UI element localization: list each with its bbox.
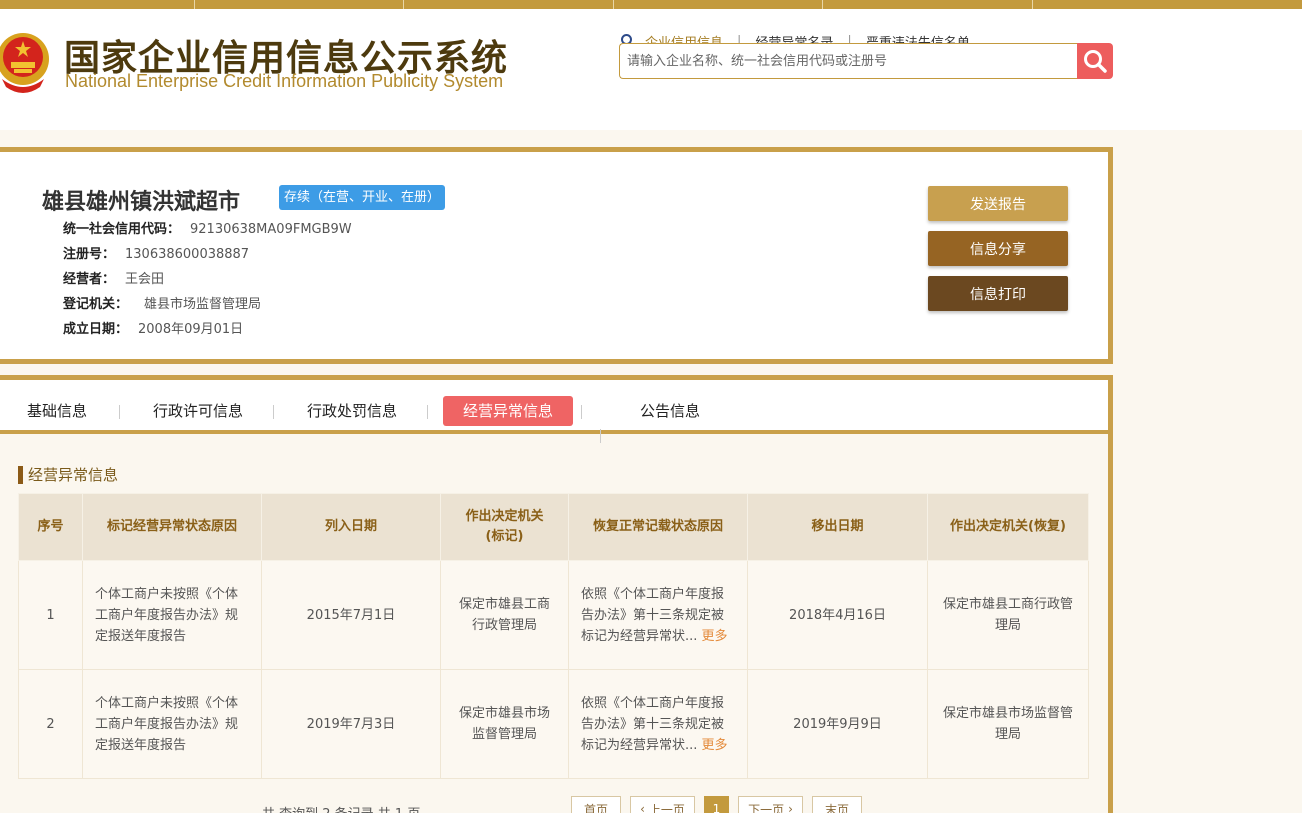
more-link[interactable]: 更多 (702, 629, 728, 644)
first-page-button[interactable]: 首页 (571, 796, 621, 813)
info-row-credit-code: 统一社会信用代码： 92130638MA09FMGB9W (63, 218, 352, 237)
search-icon (1084, 50, 1107, 73)
cell-authority-restore: 保定市雄县工商行政管理局 (927, 560, 1089, 670)
tab-caret (600, 429, 601, 443)
info-value: 王会田 (125, 272, 165, 287)
tab-divider (581, 405, 582, 419)
info-label: 统一社会信用代码： (63, 222, 181, 237)
info-label: 成立日期： (63, 322, 129, 337)
info-row-founded-date: 成立日期： 2008年09月01日 (63, 318, 243, 337)
next-page-label: 下一页 (748, 802, 785, 813)
top-gold-strip (0, 0, 1302, 9)
cell-list-date: 2019年7月3日 (261, 669, 441, 779)
cell-list-date: 2015年7月1日 (261, 560, 441, 670)
tab-divider (427, 405, 428, 419)
table-header: 序号 (18, 493, 83, 561)
info-value: 92130638MA09FMGB9W (190, 222, 352, 237)
search-input[interactable] (620, 44, 1077, 78)
next-page-button[interactable]: 下一页 › (738, 796, 803, 813)
cell-authority-mark: 保定市雄县市场监督管理局 (440, 669, 569, 779)
table-header: 作出决定机关(恢复) (927, 493, 1089, 561)
cell-authority-restore: 保定市雄县市场监督管理局 (927, 669, 1089, 779)
info-label: 注册号： (63, 247, 116, 262)
info-value: 130638600038887 (125, 247, 250, 262)
cell-remove-date: 2018年4月16日 (747, 560, 928, 670)
tab-admin-penalty[interactable]: 行政处罚信息 (297, 396, 407, 426)
print-info-button[interactable]: 信息打印 (928, 276, 1068, 311)
table-header: 移出日期 (747, 493, 928, 561)
national-emblem-icon (0, 33, 49, 93)
tab-business-anomaly[interactable]: 经营异常信息 (443, 396, 573, 426)
cell-reason: 个体工商户未按照《个体工商户年度报告办法》规定报送年度报告 (82, 560, 262, 670)
section-title: 经营异常信息 (18, 466, 118, 484)
search-button[interactable] (1077, 43, 1113, 79)
tab-admin-license[interactable]: 行政许可信息 (143, 396, 253, 426)
company-name: 雄县雄州镇洪斌超市 (42, 190, 241, 215)
info-row-operator: 经营者： 王会田 (63, 268, 164, 287)
cell-index: 1 (18, 560, 83, 670)
tabs-bar: 基础信息 行政许可信息 行政处罚信息 经营异常信息 公告信息 (0, 380, 1108, 434)
status-badge: 存续（在营、开业、在册） (279, 185, 446, 210)
tab-announcement[interactable]: 公告信息 (625, 396, 715, 426)
last-page-button[interactable]: 末页 (812, 796, 862, 813)
chevron-right-icon: › (788, 802, 793, 813)
cell-restore-reason: 依照《个体工商户年度报告办法》第十三条规定被标记为经营异常状... 更多 (568, 669, 748, 779)
prev-page-label: 上一页 (648, 802, 685, 813)
site-title-en: National Enterprise Credit Information P… (65, 71, 504, 91)
pagination-summary: 共 查询到 2 条记录 共 1 页 (262, 803, 420, 813)
share-info-button[interactable]: 信息分享 (928, 231, 1068, 266)
cell-index: 2 (18, 669, 83, 779)
info-label: 经营者： (63, 272, 116, 287)
detail-tabs-panel: 基础信息 行政许可信息 行政处罚信息 经营异常信息 公告信息 经营异常信息 序号… (0, 375, 1113, 813)
anomaly-table: 序号 标记经营异常状态原因 列入日期 作出决定机关(标记) 恢复正常记载状态原因… (18, 493, 1089, 779)
info-row-reg-number: 注册号： 130638600038887 (63, 243, 249, 262)
chevron-left-icon: ‹ (640, 802, 645, 813)
info-row-authority: 登记机关： 雄县市场监督管理局 (63, 293, 261, 312)
info-value: 雄县市场监督管理局 (144, 297, 262, 312)
page-number-button[interactable]: 1 (704, 796, 729, 813)
cell-authority-mark: 保定市雄县工商行政管理局 (440, 560, 569, 670)
table-header: 作出决定机关(标记) (440, 493, 569, 561)
info-value: 2008年09月01日 (138, 322, 244, 337)
prev-page-button[interactable]: ‹ 上一页 (630, 796, 695, 813)
send-report-button[interactable]: 发送报告 (928, 186, 1068, 221)
cell-restore-reason: 依照《个体工商户年度报告办法》第十三条规定被标记为经营异常状... 更多 (568, 560, 748, 670)
table-header-row: 序号 标记经营异常状态原因 列入日期 作出决定机关(标记) 恢复正常记载状态原因… (18, 493, 1089, 561)
table-row: 1 个体工商户未按照《个体工商户年度报告办法》规定报送年度报告 2015年7月1… (18, 560, 1089, 670)
tab-basic-info[interactable]: 基础信息 (17, 396, 97, 426)
cell-remove-date: 2019年9月9日 (747, 669, 928, 779)
cell-reason: 个体工商户未按照《个体工商户年度报告办法》规定报送年度报告 (82, 669, 262, 779)
company-info-panel: 雄县雄州镇洪斌超市 存续（在营、开业、在册） 统一社会信用代码： 92130638… (0, 147, 1113, 364)
tab-divider (273, 405, 274, 419)
tab-divider (119, 405, 120, 419)
more-link[interactable]: 更多 (702, 738, 728, 753)
info-label: 登记机关： (63, 297, 129, 312)
table-header: 恢复正常记载状态原因 (568, 493, 748, 561)
table-header: 列入日期 (261, 493, 441, 561)
table-row: 2 个体工商户未按照《个体工商户年度报告办法》规定报送年度报告 2019年7月3… (18, 669, 1089, 779)
search-box (619, 43, 1077, 79)
table-header: 标记经营异常状态原因 (82, 493, 262, 561)
